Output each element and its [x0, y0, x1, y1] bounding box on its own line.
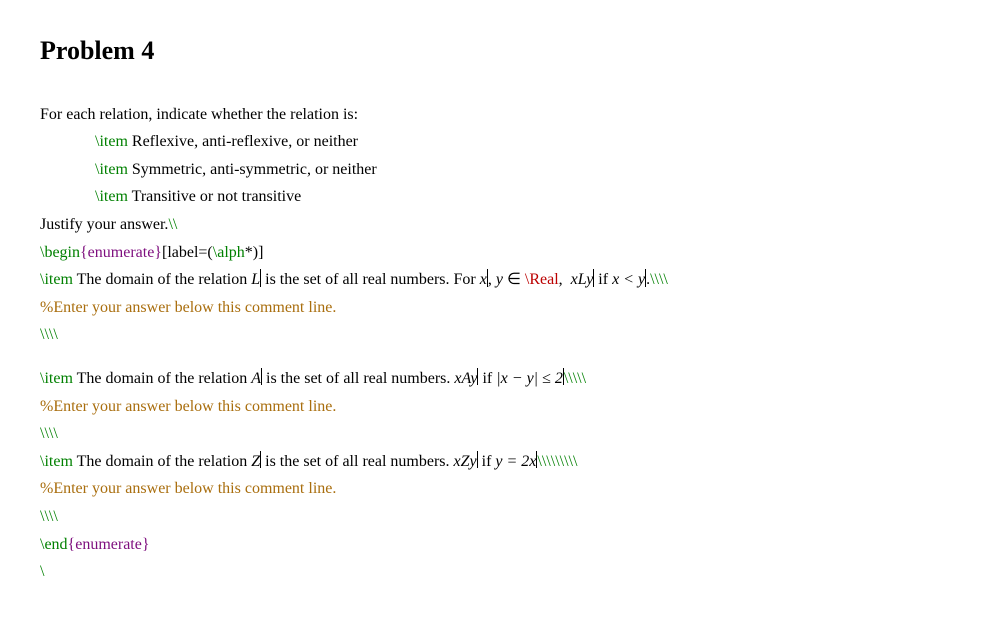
comment-line: %Enter your answer below this comment li… [40, 394, 954, 420]
math-x: x [480, 271, 487, 288]
if-text: if [594, 271, 612, 288]
end-command: \end [40, 536, 68, 553]
item-command: \item [40, 370, 73, 387]
math-xAy: xAy [454, 370, 477, 387]
begin-command: \begin [40, 244, 80, 261]
item-b-line: \item The domain of the relation A is th… [40, 366, 954, 392]
item-command: \item [40, 271, 73, 288]
math-L: L [251, 271, 260, 288]
intro-text: For each relation, indicate whether the … [40, 102, 954, 128]
opt-bracket-open: [label=( [162, 244, 213, 261]
linebreak-command: \\ [168, 216, 177, 233]
comma: , [488, 271, 496, 288]
math-xZy: xZy [454, 453, 477, 470]
if-text: if [478, 370, 496, 387]
slashes-line: \\\\ [40, 421, 954, 447]
section-title: Problem 4 [40, 30, 954, 72]
opt-bracket-close: *)] [245, 244, 264, 261]
text: The domain of the relation [73, 271, 251, 288]
element-of: ∈ [503, 271, 525, 288]
bullet-text: Symmetric, anti-symmetric, or neither [128, 161, 377, 178]
linebreak-command: \\\\ [650, 271, 668, 288]
slashes-line: \\\\ [40, 504, 954, 530]
linebreak-command: \\\\\ [564, 370, 586, 387]
item-a-line: \item The domain of the relation L is th… [40, 267, 954, 293]
end-arg: {enumerate} [68, 536, 150, 553]
item-command: \item [95, 133, 128, 150]
justify-line: Justify your answer.\\ [40, 212, 954, 238]
bullet-line-3: \item Transitive or not transitive [40, 184, 954, 210]
alph-command: \alph [213, 244, 245, 261]
document-body: For each relation, indicate whether the … [40, 102, 954, 585]
math-Z: Z [251, 453, 260, 470]
linebreak-command: \\\\\\\\\ [537, 453, 577, 470]
real-command: \Real [525, 271, 559, 288]
comment-line: %Enter your answer below this comment li… [40, 295, 954, 321]
text: , [559, 271, 567, 288]
bullet-line-1: \item Reflexive, anti-reflexive, or neit… [40, 129, 954, 155]
begin-arg: {enumerate} [80, 244, 162, 261]
math-y: y [496, 271, 503, 288]
text: The domain of the relation [73, 370, 251, 387]
truncated-line: \ [40, 559, 954, 585]
math-abs: |x − y| ≤ 2 [496, 370, 563, 387]
slashes-line: \\\\ [40, 322, 954, 348]
comment-line: %Enter your answer below this comment li… [40, 476, 954, 502]
bullet-text: Reflexive, anti-reflexive, or neither [128, 133, 358, 150]
bullet-line-2: \item Symmetric, anti-symmetric, or neit… [40, 157, 954, 183]
item-command: \item [95, 188, 128, 205]
end-enumerate-line: \end{enumerate} [40, 532, 954, 558]
text: is the set of all real numbers. [262, 370, 454, 387]
text: is the set of all real numbers. For [261, 271, 480, 288]
math-eq: y = 2x [495, 453, 536, 470]
math-A: A [251, 370, 261, 387]
text: The domain of the relation [73, 453, 251, 470]
item-command: \item [40, 453, 73, 470]
math-xLy: xLy [571, 271, 594, 288]
begin-enumerate-line: \begin{enumerate}[label=(\alph*)] [40, 240, 954, 266]
if-text: if [478, 453, 496, 470]
math-inequality: x < y [612, 271, 645, 288]
item-c-line: \item The domain of the relation Z is th… [40, 449, 954, 475]
justify-text: Justify your answer. [40, 216, 168, 233]
bullet-text: Transitive or not transitive [128, 188, 301, 205]
text: is the set of all real numbers. [261, 453, 453, 470]
item-command: \item [95, 161, 128, 178]
